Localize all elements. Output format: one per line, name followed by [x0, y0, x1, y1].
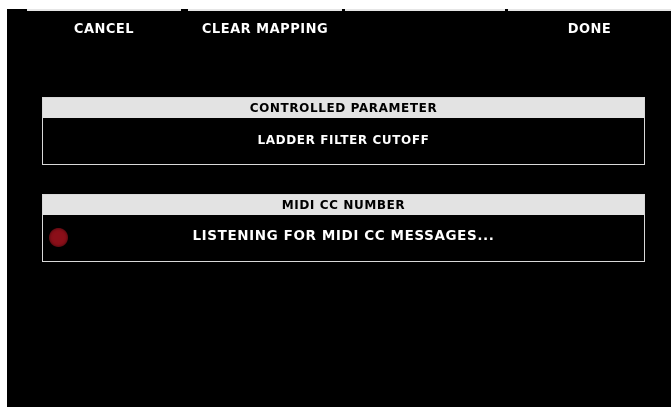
- record-indicator-icon: [49, 228, 68, 247]
- controlled-parameter-header: CONTROLLED PARAMETER: [43, 98, 644, 118]
- midi-cc-header: MIDI CC NUMBER: [43, 195, 644, 215]
- midi-cc-body: LISTENING FOR MIDI CC MESSAGES...: [43, 215, 644, 260]
- midi-cc-panel: MIDI CC NUMBER LISTENING FOR MIDI CC MES…: [42, 194, 645, 262]
- clear-mapping-button[interactable]: CLEAR MAPPING: [188, 9, 342, 47]
- cancel-button[interactable]: CANCEL: [27, 9, 181, 47]
- midi-mapping-screen: CANCEL CLEAR MAPPING DONE CONTROLLED PAR…: [7, 9, 671, 407]
- done-button[interactable]: DONE: [508, 9, 671, 47]
- controlled-parameter-value: LADDER FILTER CUTOFF: [257, 133, 430, 147]
- controlled-parameter-panel: CONTROLLED PARAMETER LADDER FILTER CUTOF…: [42, 97, 645, 165]
- midi-cc-status: LISTENING FOR MIDI CC MESSAGES...: [192, 228, 495, 244]
- blank-softkey[interactable]: [345, 9, 505, 47]
- softkey-bar: CANCEL CLEAR MAPPING DONE: [7, 9, 671, 49]
